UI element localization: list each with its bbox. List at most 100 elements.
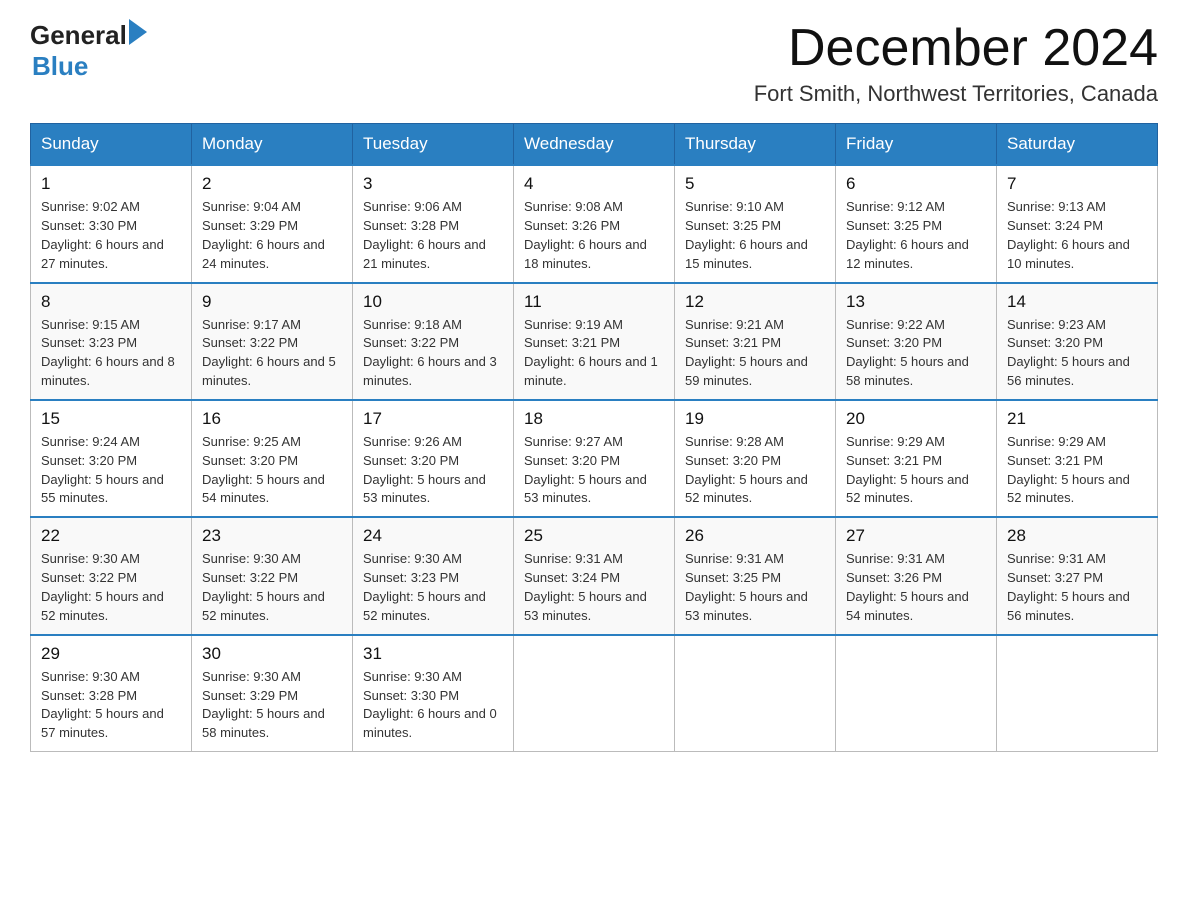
day-info: Sunrise: 9:26 AMSunset: 3:20 PMDaylight:… bbox=[363, 433, 503, 508]
weekday-header-row: SundayMondayTuesdayWednesdayThursdayFrid… bbox=[31, 124, 1158, 166]
day-info: Sunrise: 9:18 AMSunset: 3:22 PMDaylight:… bbox=[363, 316, 503, 391]
day-info: Sunrise: 9:31 AMSunset: 3:26 PMDaylight:… bbox=[846, 550, 986, 625]
day-info: Sunrise: 9:10 AMSunset: 3:25 PMDaylight:… bbox=[685, 198, 825, 273]
day-number: 16 bbox=[202, 409, 342, 429]
day-number: 26 bbox=[685, 526, 825, 546]
day-info: Sunrise: 9:29 AMSunset: 3:21 PMDaylight:… bbox=[1007, 433, 1147, 508]
day-info: Sunrise: 9:13 AMSunset: 3:24 PMDaylight:… bbox=[1007, 198, 1147, 273]
calendar-cell: 20 Sunrise: 9:29 AMSunset: 3:21 PMDaylig… bbox=[836, 400, 997, 517]
day-info: Sunrise: 9:30 AMSunset: 3:29 PMDaylight:… bbox=[202, 668, 342, 743]
day-info: Sunrise: 9:02 AMSunset: 3:30 PMDaylight:… bbox=[41, 198, 181, 273]
day-number: 7 bbox=[1007, 174, 1147, 194]
day-number: 20 bbox=[846, 409, 986, 429]
calendar-cell: 19 Sunrise: 9:28 AMSunset: 3:20 PMDaylig… bbox=[675, 400, 836, 517]
day-number: 23 bbox=[202, 526, 342, 546]
calendar-cell: 14 Sunrise: 9:23 AMSunset: 3:20 PMDaylig… bbox=[997, 283, 1158, 400]
header: General Blue December 2024 Fort Smith, N… bbox=[30, 20, 1158, 107]
calendar-cell: 13 Sunrise: 9:22 AMSunset: 3:20 PMDaylig… bbox=[836, 283, 997, 400]
calendar-cell bbox=[836, 635, 997, 752]
calendar-cell: 12 Sunrise: 9:21 AMSunset: 3:21 PMDaylig… bbox=[675, 283, 836, 400]
calendar-cell: 28 Sunrise: 9:31 AMSunset: 3:27 PMDaylig… bbox=[997, 517, 1158, 634]
week-row-4: 22 Sunrise: 9:30 AMSunset: 3:22 PMDaylig… bbox=[31, 517, 1158, 634]
logo-blue-text: Blue bbox=[32, 51, 147, 82]
weekday-header-monday: Monday bbox=[192, 124, 353, 166]
day-number: 21 bbox=[1007, 409, 1147, 429]
weekday-header-sunday: Sunday bbox=[31, 124, 192, 166]
calendar-cell: 9 Sunrise: 9:17 AMSunset: 3:22 PMDayligh… bbox=[192, 283, 353, 400]
day-number: 27 bbox=[846, 526, 986, 546]
calendar-cell bbox=[514, 635, 675, 752]
day-number: 22 bbox=[41, 526, 181, 546]
day-number: 11 bbox=[524, 292, 664, 312]
day-number: 3 bbox=[363, 174, 503, 194]
month-title: December 2024 bbox=[754, 20, 1158, 77]
day-number: 30 bbox=[202, 644, 342, 664]
day-info: Sunrise: 9:25 AMSunset: 3:20 PMDaylight:… bbox=[202, 433, 342, 508]
day-info: Sunrise: 9:17 AMSunset: 3:22 PMDaylight:… bbox=[202, 316, 342, 391]
calendar-cell: 4 Sunrise: 9:08 AMSunset: 3:26 PMDayligh… bbox=[514, 165, 675, 282]
calendar-cell: 30 Sunrise: 9:30 AMSunset: 3:29 PMDaylig… bbox=[192, 635, 353, 752]
day-info: Sunrise: 9:30 AMSunset: 3:23 PMDaylight:… bbox=[363, 550, 503, 625]
day-number: 28 bbox=[1007, 526, 1147, 546]
weekday-header-thursday: Thursday bbox=[675, 124, 836, 166]
day-info: Sunrise: 9:12 AMSunset: 3:25 PMDaylight:… bbox=[846, 198, 986, 273]
day-info: Sunrise: 9:19 AMSunset: 3:21 PMDaylight:… bbox=[524, 316, 664, 391]
weekday-header-saturday: Saturday bbox=[997, 124, 1158, 166]
day-info: Sunrise: 9:28 AMSunset: 3:20 PMDaylight:… bbox=[685, 433, 825, 508]
calendar-cell: 24 Sunrise: 9:30 AMSunset: 3:23 PMDaylig… bbox=[353, 517, 514, 634]
weekday-header-wednesday: Wednesday bbox=[514, 124, 675, 166]
day-number: 5 bbox=[685, 174, 825, 194]
day-number: 18 bbox=[524, 409, 664, 429]
day-info: Sunrise: 9:30 AMSunset: 3:28 PMDaylight:… bbox=[41, 668, 181, 743]
calendar-cell: 23 Sunrise: 9:30 AMSunset: 3:22 PMDaylig… bbox=[192, 517, 353, 634]
calendar-cell: 25 Sunrise: 9:31 AMSunset: 3:24 PMDaylig… bbox=[514, 517, 675, 634]
calendar-cell: 10 Sunrise: 9:18 AMSunset: 3:22 PMDaylig… bbox=[353, 283, 514, 400]
day-number: 14 bbox=[1007, 292, 1147, 312]
week-row-1: 1 Sunrise: 9:02 AMSunset: 3:30 PMDayligh… bbox=[31, 165, 1158, 282]
day-info: Sunrise: 9:30 AMSunset: 3:30 PMDaylight:… bbox=[363, 668, 503, 743]
day-number: 10 bbox=[363, 292, 503, 312]
calendar-cell: 21 Sunrise: 9:29 AMSunset: 3:21 PMDaylig… bbox=[997, 400, 1158, 517]
calendar-cell: 18 Sunrise: 9:27 AMSunset: 3:20 PMDaylig… bbox=[514, 400, 675, 517]
day-number: 13 bbox=[846, 292, 986, 312]
calendar-cell: 29 Sunrise: 9:30 AMSunset: 3:28 PMDaylig… bbox=[31, 635, 192, 752]
weekday-header-tuesday: Tuesday bbox=[353, 124, 514, 166]
day-info: Sunrise: 9:30 AMSunset: 3:22 PMDaylight:… bbox=[202, 550, 342, 625]
calendar-cell: 5 Sunrise: 9:10 AMSunset: 3:25 PMDayligh… bbox=[675, 165, 836, 282]
day-number: 17 bbox=[363, 409, 503, 429]
title-area: December 2024 Fort Smith, Northwest Terr… bbox=[754, 20, 1158, 107]
calendar-cell: 11 Sunrise: 9:19 AMSunset: 3:21 PMDaylig… bbox=[514, 283, 675, 400]
calendar-cell: 6 Sunrise: 9:12 AMSunset: 3:25 PMDayligh… bbox=[836, 165, 997, 282]
calendar-cell bbox=[675, 635, 836, 752]
day-number: 29 bbox=[41, 644, 181, 664]
calendar-table: SundayMondayTuesdayWednesdayThursdayFrid… bbox=[30, 123, 1158, 752]
day-number: 31 bbox=[363, 644, 503, 664]
day-number: 25 bbox=[524, 526, 664, 546]
logo-arrow-icon bbox=[129, 19, 147, 45]
day-info: Sunrise: 9:21 AMSunset: 3:21 PMDaylight:… bbox=[685, 316, 825, 391]
weekday-header-friday: Friday bbox=[836, 124, 997, 166]
calendar-cell: 16 Sunrise: 9:25 AMSunset: 3:20 PMDaylig… bbox=[192, 400, 353, 517]
logo: General Blue bbox=[30, 20, 147, 82]
calendar-cell: 31 Sunrise: 9:30 AMSunset: 3:30 PMDaylig… bbox=[353, 635, 514, 752]
calendar-cell: 1 Sunrise: 9:02 AMSunset: 3:30 PMDayligh… bbox=[31, 165, 192, 282]
week-row-3: 15 Sunrise: 9:24 AMSunset: 3:20 PMDaylig… bbox=[31, 400, 1158, 517]
day-number: 9 bbox=[202, 292, 342, 312]
calendar-cell: 15 Sunrise: 9:24 AMSunset: 3:20 PMDaylig… bbox=[31, 400, 192, 517]
day-info: Sunrise: 9:06 AMSunset: 3:28 PMDaylight:… bbox=[363, 198, 503, 273]
day-info: Sunrise: 9:29 AMSunset: 3:21 PMDaylight:… bbox=[846, 433, 986, 508]
day-number: 6 bbox=[846, 174, 986, 194]
day-number: 15 bbox=[41, 409, 181, 429]
location-title: Fort Smith, Northwest Territories, Canad… bbox=[754, 81, 1158, 107]
day-number: 19 bbox=[685, 409, 825, 429]
day-info: Sunrise: 9:30 AMSunset: 3:22 PMDaylight:… bbox=[41, 550, 181, 625]
day-info: Sunrise: 9:31 AMSunset: 3:24 PMDaylight:… bbox=[524, 550, 664, 625]
day-info: Sunrise: 9:15 AMSunset: 3:23 PMDaylight:… bbox=[41, 316, 181, 391]
calendar-cell: 22 Sunrise: 9:30 AMSunset: 3:22 PMDaylig… bbox=[31, 517, 192, 634]
day-number: 4 bbox=[524, 174, 664, 194]
calendar-cell: 8 Sunrise: 9:15 AMSunset: 3:23 PMDayligh… bbox=[31, 283, 192, 400]
day-number: 8 bbox=[41, 292, 181, 312]
calendar-cell: 7 Sunrise: 9:13 AMSunset: 3:24 PMDayligh… bbox=[997, 165, 1158, 282]
day-info: Sunrise: 9:27 AMSunset: 3:20 PMDaylight:… bbox=[524, 433, 664, 508]
calendar-cell: 27 Sunrise: 9:31 AMSunset: 3:26 PMDaylig… bbox=[836, 517, 997, 634]
